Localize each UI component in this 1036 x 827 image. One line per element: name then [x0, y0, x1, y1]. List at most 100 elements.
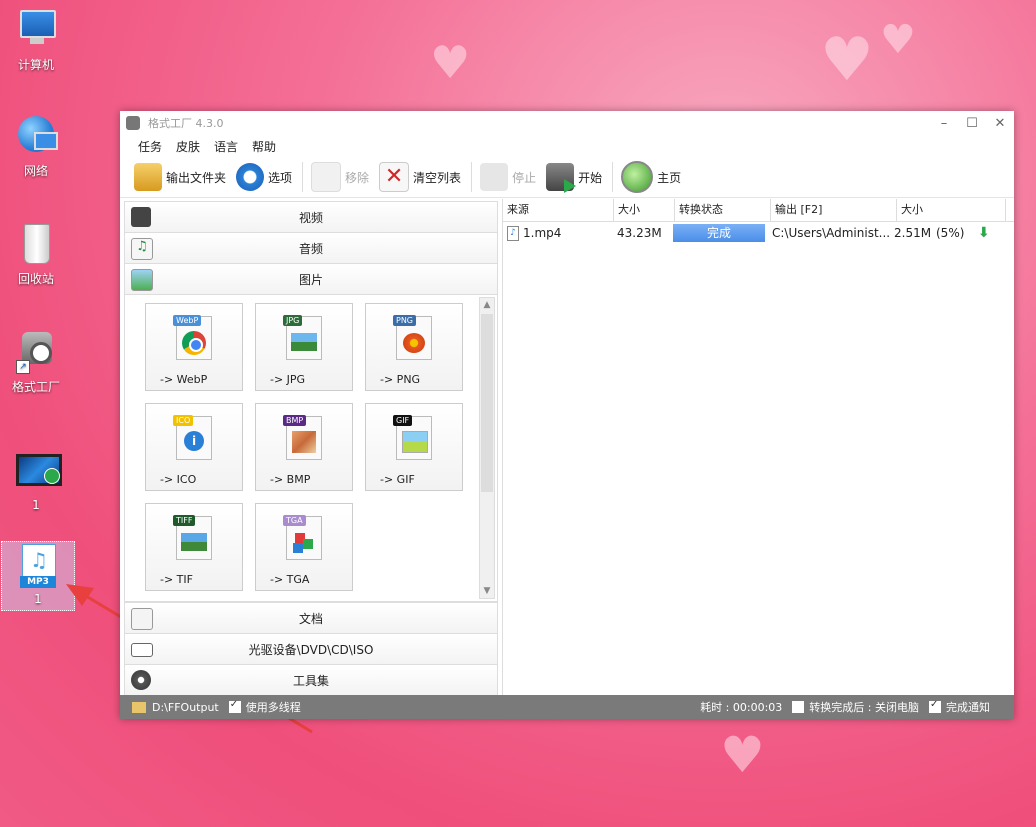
- computer-icon: [14, 8, 58, 52]
- category-video[interactable]: 视频: [124, 201, 498, 232]
- desktop-icon-label: 网络: [23, 164, 48, 178]
- category-audio-label: 音频: [298, 241, 323, 256]
- stop-button[interactable]: 停止: [480, 163, 536, 191]
- header-size[interactable]: 大小: [614, 199, 675, 221]
- row-out-size: 2.51M: [894, 226, 932, 240]
- category-image[interactable]: 图片: [124, 263, 498, 294]
- notify-checkbox[interactable]: [929, 699, 941, 713]
- start-icon: [546, 163, 577, 193]
- menu-help[interactable]: 帮助: [252, 138, 276, 155]
- options-button[interactable]: 选项: [236, 163, 292, 191]
- after-conversion-label: 转换完成后 : 关闭电脑: [809, 701, 919, 714]
- format-bmp[interactable]: BMP -> BMP: [255, 403, 353, 491]
- maximize-button[interactable]: ☐: [958, 116, 986, 131]
- multithread-checkbox[interactable]: [228, 699, 241, 713]
- format-tag: GIF: [393, 415, 413, 426]
- row-size: 43.23M: [617, 226, 662, 240]
- image-icon: [131, 269, 153, 291]
- remove-icon: [311, 162, 342, 192]
- clear-list-button[interactable]: ✕ 清空列表: [379, 162, 461, 192]
- format-label: -> TGA: [270, 573, 310, 586]
- category-optical[interactable]: 光驱设备\DVD\CD\ISO: [124, 633, 498, 664]
- mp3-file-icon: ♫ MP3: [16, 544, 60, 588]
- start-button[interactable]: 开始: [546, 163, 602, 193]
- options-label: 选项: [268, 170, 293, 185]
- scroll-down-icon[interactable]: ▼: [480, 584, 494, 598]
- remove-label: 移除: [345, 170, 370, 185]
- home-button[interactable]: 主页: [621, 161, 681, 193]
- format-label: -> TIF: [160, 573, 193, 586]
- network-icon: [14, 114, 58, 158]
- task-table-header: 来源 大小 转换状态 输出 [F2] 大小: [503, 199, 1014, 222]
- header-output[interactable]: 输出 [F2]: [771, 199, 897, 221]
- stop-icon: [480, 163, 509, 191]
- format-tag: WebP: [173, 315, 202, 326]
- format-tga[interactable]: TGA -> TGA: [255, 503, 353, 591]
- row-output: C:\Users\Administ...: [772, 226, 890, 240]
- category-panel: 视频 ♫ 音频 图片 WebP -> WebP JPG -> JPG PNG -…: [120, 199, 503, 696]
- file-icon: WebP: [173, 315, 212, 360]
- toolbar-separator: [471, 162, 473, 192]
- category-video-label: 视频: [298, 210, 323, 225]
- menu-language[interactable]: 语言: [214, 138, 238, 155]
- after-conversion-checkbox[interactable]: [792, 701, 805, 713]
- minimize-button[interactable]: –: [930, 116, 958, 131]
- file-icon: ICO i: [173, 415, 212, 460]
- app-icon: [126, 116, 140, 130]
- desktop-icon-recycle-bin[interactable]: 回收站: [0, 222, 72, 287]
- desktop-icon-computer[interactable]: 计算机: [0, 8, 72, 73]
- flower-icon: [403, 333, 425, 353]
- task-list-panel: 来源 大小 转换状态 输出 [F2] 大小 ♪ 1.mp4 43.23M 完成 …: [503, 199, 1014, 695]
- desktop-icon-label: 1: [32, 498, 40, 512]
- header-source[interactable]: 来源: [503, 199, 614, 221]
- category-document[interactable]: 文档: [124, 602, 498, 633]
- film-reel-icon: [131, 670, 151, 690]
- menu-task[interactable]: 任务: [138, 138, 162, 155]
- file-icon: BMP: [283, 415, 322, 460]
- format-tag: JPG: [283, 315, 303, 326]
- clear-list-label: 清空列表: [413, 170, 462, 185]
- table-row[interactable]: ♪ 1.mp4 43.23M 完成 C:\Users\Administ... 2…: [503, 222, 1014, 244]
- desktop-icon-network[interactable]: 网络: [0, 114, 72, 179]
- file-icon: GIF: [393, 415, 432, 460]
- desktop-icon-label: 1: [34, 592, 42, 606]
- output-folder-button[interactable]: 输出文件夹: [134, 163, 226, 191]
- format-webp[interactable]: WebP -> WebP: [145, 303, 243, 391]
- close-button[interactable]: ✕: [986, 116, 1014, 131]
- toolbar-separator: [612, 162, 614, 192]
- film-clapper-icon: [131, 207, 151, 227]
- format-tag: TGA: [283, 515, 306, 526]
- file-icon: PNG: [393, 315, 432, 360]
- format-png[interactable]: PNG -> PNG: [365, 303, 463, 391]
- options-icon: [236, 163, 265, 191]
- optical-drive-icon: [131, 643, 153, 657]
- format-label: -> ICO: [160, 473, 197, 486]
- heart-decoration: ♥: [720, 726, 765, 784]
- format-label: -> GIF: [380, 473, 415, 486]
- format-tag: TIFF: [173, 515, 196, 526]
- format-tag: BMP: [283, 415, 307, 426]
- desktop-icon-video-file[interactable]: 1: [0, 450, 72, 512]
- scroll-thumb[interactable]: [481, 314, 493, 492]
- remove-button[interactable]: 移除: [311, 162, 369, 192]
- desktop-icon-label: 格式工厂: [11, 380, 60, 394]
- scroll-up-icon[interactable]: ▲: [480, 298, 494, 312]
- format-jpg[interactable]: JPG -> JPG: [255, 303, 353, 391]
- header-output-size[interactable]: 大小: [897, 199, 1006, 221]
- format-label: -> BMP: [270, 473, 311, 486]
- format-grid-scrollbar[interactable]: ▲ ▼: [479, 297, 495, 599]
- format-tif[interactable]: TIFF -> TIF: [145, 503, 243, 591]
- output-folder-path[interactable]: D:\FFOutput: [152, 701, 219, 714]
- folder-camera-icon: [134, 163, 162, 191]
- category-tools[interactable]: 工具集: [124, 664, 498, 696]
- mp3-badge: MP3: [20, 576, 56, 588]
- header-status[interactable]: 转换状态: [675, 199, 771, 221]
- category-audio[interactable]: ♫ 音频: [124, 232, 498, 263]
- desktop-icon-label: 计算机: [17, 58, 54, 72]
- format-ico[interactable]: ICO i -> ICO: [145, 403, 243, 491]
- format-label: -> PNG: [380, 373, 421, 386]
- desktop-icon-format-factory[interactable]: ↗ 格式工厂: [0, 330, 72, 395]
- menu-skin[interactable]: 皮肤: [176, 138, 200, 155]
- status-bar: D:\FFOutput 使用多线程 耗时 : 00:00:03 转换完成后 : …: [120, 695, 1014, 719]
- format-gif[interactable]: GIF -> GIF: [365, 403, 463, 491]
